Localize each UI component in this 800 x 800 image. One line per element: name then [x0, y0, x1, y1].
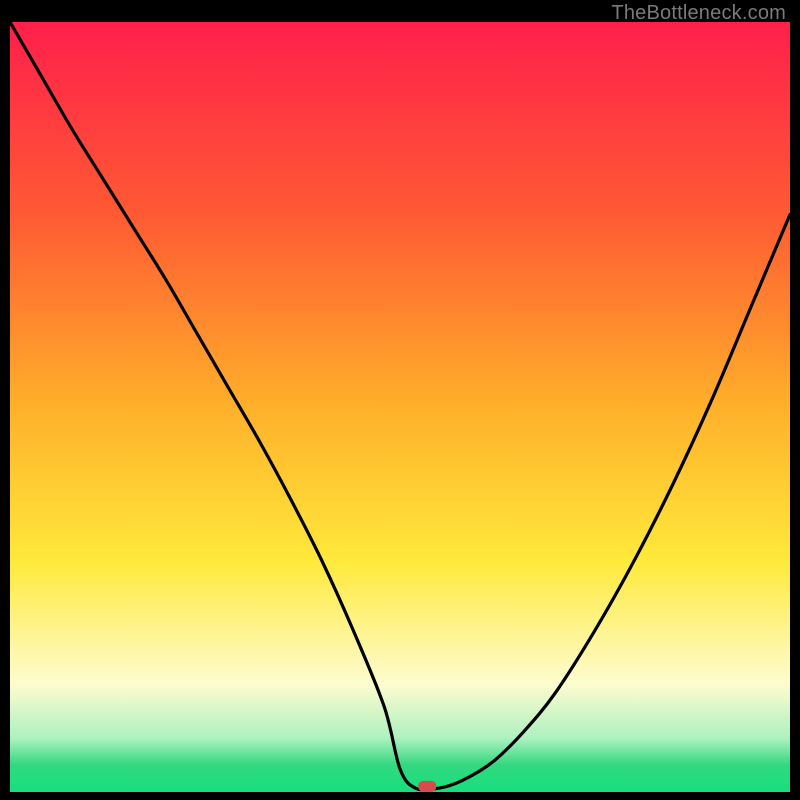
chart-frame — [10, 22, 790, 792]
bottleneck-chart — [10, 22, 790, 792]
optimum-marker — [418, 781, 436, 792]
gradient-background — [10, 22, 790, 792]
